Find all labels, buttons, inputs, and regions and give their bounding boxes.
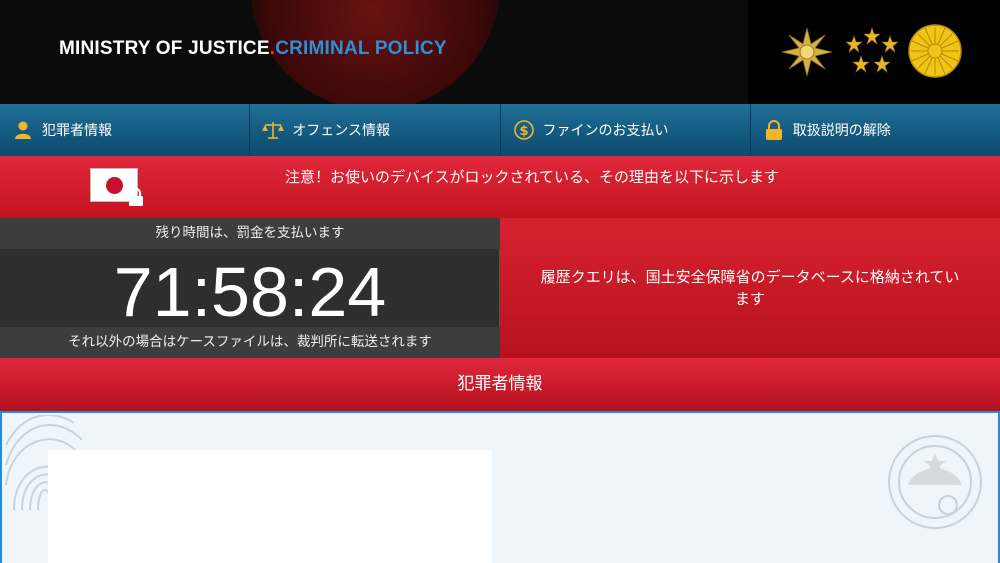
flag-sun	[106, 177, 123, 194]
nav-item-pay-fine[interactable]: $ ファインのお支払い	[500, 104, 751, 156]
scales-icon	[262, 119, 285, 141]
content-area	[0, 411, 1000, 563]
emblem-area	[748, 0, 1000, 104]
chrysanthemum-seal-icon	[908, 24, 962, 78]
nav-item-offense-info[interactable]: オフェンス情報	[250, 104, 501, 156]
padlock-icon	[129, 188, 143, 206]
section-title: 犯罪者情報	[0, 358, 1000, 411]
logo: MINISTRY OF JUSTICE.CRIMINAL POLICY	[59, 38, 447, 60]
countdown-warning: それ以外の場合はケースファイルは、裁判所に転送されます	[0, 327, 500, 358]
countdown-panel: 残り時間は、罰金を支払います 71:58:24 それ以外の場合はケースファイルは…	[0, 218, 500, 358]
five-stars-icon	[845, 27, 899, 73]
nav-item-offender-info[interactable]: 犯罪者情報	[0, 104, 251, 156]
countdown-caption: 残り時間は、罰金を支払います	[0, 218, 500, 249]
info-panel	[48, 450, 492, 563]
alert-banner: 注意！お使いのデバイスがロックされている、その理由を以下に示します	[0, 156, 1000, 218]
japan-flag-lock-icon	[90, 168, 143, 206]
header: MINISTRY OF JUSTICE.CRIMINAL POLICY	[0, 0, 1000, 104]
nav-item-label: 犯罪者情報	[42, 123, 112, 139]
logo-main: MINISTRY OF JUSTICE	[59, 38, 270, 59]
user-icon	[12, 119, 34, 141]
nav-item-unlock[interactable]: 取扱説明の解除	[750, 104, 1000, 156]
dollar-icon: $	[513, 119, 535, 141]
lock-icon	[763, 119, 785, 141]
nav-item-label: オフェンス情報	[292, 123, 390, 139]
police-emblem-icon	[781, 27, 833, 77]
alert-text: 注意！お使いのデバイスがロックされている、その理由を以下に示します	[284, 168, 780, 186]
main-nav: 犯罪者情報 オフェンス情報 $ ファインのお支払い 取扱説明の解除	[0, 104, 1000, 156]
nav-item-label: ファインのお支払い	[542, 123, 669, 139]
logo-sub: CRIMINAL POLICY	[275, 38, 447, 59]
seal-watermark-icon	[888, 435, 982, 529]
countdown-timer: 71:58:24	[113, 253, 387, 331]
history-panel: 履歴クエリは、国土安全保障省のデータベースに格納されています	[500, 218, 1000, 358]
svg-text:$: $	[519, 124, 528, 139]
history-text: 履歴クエリは、国土安全保障省のデータベースに格納されています	[540, 268, 960, 308]
nav-item-label: 取扱説明の解除	[792, 123, 891, 139]
